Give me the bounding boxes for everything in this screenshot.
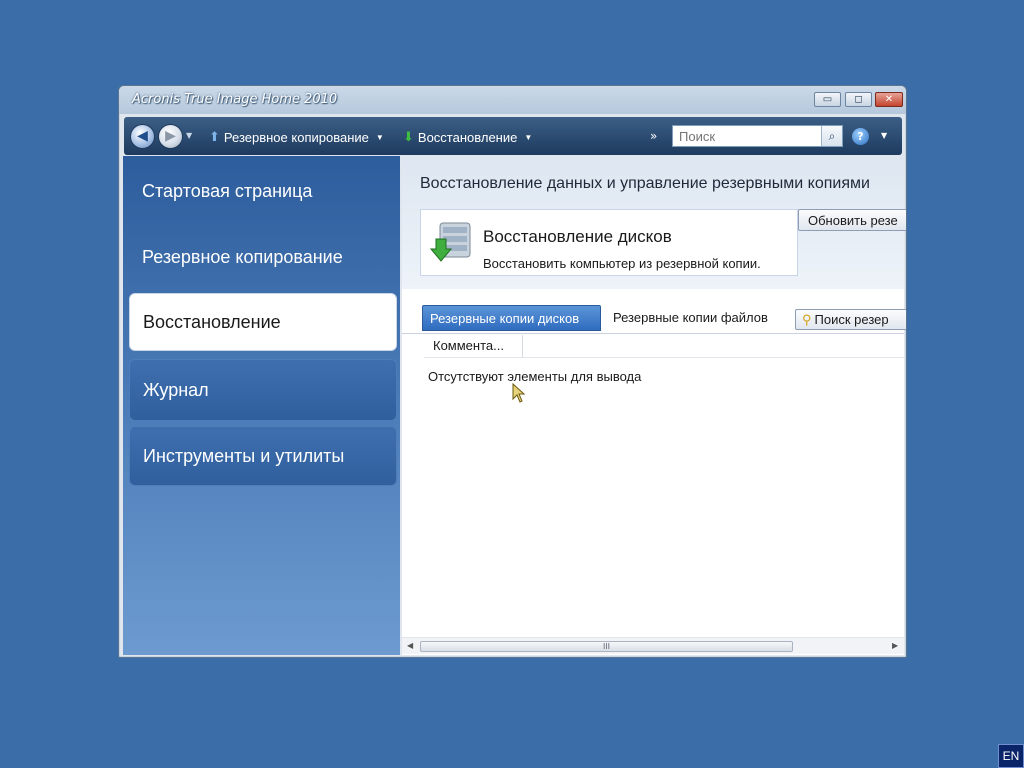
arrow-right-icon: ▶ <box>165 128 176 144</box>
minimize-button[interactable]: ▭ <box>814 92 841 107</box>
language-indicator[interactable]: EN <box>998 744 1024 768</box>
toolbar: ◀ ▶ ▼ ⬆ Резервное копирование ▼ ⬇ Восста… <box>124 117 902 155</box>
desktop: Acronis True Image Home 2010 ▭ ◻ ✕ ◀ ▶ ▼… <box>0 0 1024 768</box>
sidebar-item-recovery[interactable]: Восстановление <box>129 293 397 351</box>
scroll-left-icon[interactable]: ◀ <box>407 641 413 650</box>
scroll-right-icon[interactable]: ▶ <box>892 641 898 650</box>
refresh-backups-button[interactable]: Обновить резе <box>798 209 906 231</box>
column-header-comment[interactable]: Коммента... <box>424 335 523 357</box>
tab-file-backups[interactable]: Резервные копии файлов <box>606 305 775 331</box>
sidebar-item-start-page[interactable]: Стартовая страница <box>129 160 397 223</box>
disk-recovery-card[interactable]: Восстановление дисков Восстановить компь… <box>420 209 798 276</box>
search-icon: ⌕ <box>828 129 836 143</box>
search-backups-label: Поиск резер <box>814 312 889 327</box>
help-button[interactable]: ? <box>852 128 869 145</box>
tab-disk-backups[interactable]: Резервные копии дисков <box>422 305 601 331</box>
sidebar-item-label: Резервное копирование <box>142 247 343 267</box>
tab-bar: Резервные копии дисков Резервные копии ф… <box>402 302 906 334</box>
sidebar-item-tools[interactable]: Инструменты и утилиты <box>129 426 397 486</box>
backup-menu-label: Резервное копирование <box>223 129 369 145</box>
sidebar-item-label: Восстановление <box>143 311 281 332</box>
scrollbar-thumb[interactable]: III <box>420 641 793 652</box>
forward-button[interactable]: ▶ <box>158 124 183 149</box>
window-title: Acronis True Image Home 2010 <box>132 92 338 107</box>
chevron-down-icon: ▼ <box>524 132 533 142</box>
backup-menu-button[interactable]: ⬆ Резервное копирование ▼ <box>209 128 384 146</box>
restore-icon: ⬇ <box>403 129 414 144</box>
empty-list-message: Отсутствуют элементы для вывода <box>428 369 642 384</box>
arrow-left-icon: ◀ <box>137 128 148 144</box>
search-icon: ⚲ <box>802 312 812 327</box>
chevron-down-icon: ▼ <box>375 132 384 142</box>
sidebar: Стартовая страница Резервное копирование… <box>123 156 400 655</box>
history-dropdown-icon[interactable]: ▼ <box>186 131 192 140</box>
card-title[interactable]: Восстановление дисков <box>483 227 672 247</box>
sidebar-item-log[interactable]: Журнал <box>129 359 397 421</box>
sidebar-item-label: Инструменты и утилиты <box>143 445 345 466</box>
search-button[interactable]: ⌕ <box>821 126 842 146</box>
help-dropdown-icon[interactable]: ▼ <box>881 131 887 140</box>
close-button[interactable]: ✕ <box>875 92 903 107</box>
back-button[interactable]: ◀ <box>130 124 155 149</box>
page-title: Восстановление данных и управление резер… <box>420 175 870 192</box>
restore-menu-button[interactable]: ⬇ Восстановление ▼ <box>403 128 532 146</box>
app-window: Acronis True Image Home 2010 ▭ ◻ ✕ ◀ ▶ ▼… <box>118 85 907 658</box>
backup-icon: ⬆ <box>209 129 220 144</box>
disk-restore-icon <box>430 222 471 262</box>
horizontal-scrollbar[interactable]: ◀ III ▶ <box>402 637 904 654</box>
restore-menu-label: Восстановление <box>417 129 518 145</box>
sidebar-item-backup[interactable]: Резервное копирование <box>129 226 397 289</box>
sidebar-item-label: Стартовая страница <box>142 181 313 201</box>
column-header-row: Коммента... <box>424 335 904 358</box>
mouse-cursor-icon <box>512 383 526 403</box>
toolbar-overflow-button[interactable]: » <box>650 129 657 143</box>
search-input[interactable] <box>672 125 843 147</box>
sidebar-item-label: Журнал <box>143 379 209 400</box>
title-bar[interactable]: Acronis True Image Home 2010 ▭ ◻ ✕ <box>119 86 906 114</box>
card-description: Восстановить компьютер из резервной копи… <box>483 256 761 271</box>
search-backups-button[interactable]: ⚲ Поиск резер <box>795 309 906 330</box>
main-content: Восстановление данных и управление резер… <box>402 156 906 655</box>
maximize-button[interactable]: ◻ <box>845 92 872 107</box>
